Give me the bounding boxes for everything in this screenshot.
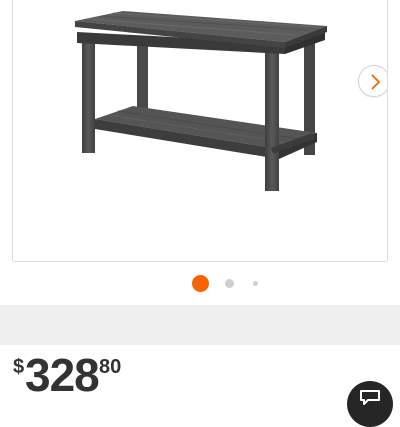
price-currency: $ <box>13 356 25 378</box>
carousel-dot[interactable] <box>253 281 258 286</box>
price-whole: 328 <box>25 349 100 401</box>
carousel-dot[interactable] <box>225 279 234 288</box>
price-cents: 80 <box>99 356 122 378</box>
chevron-right-icon <box>371 74 381 90</box>
carousel-indicator <box>0 275 400 293</box>
carousel-dot-active[interactable] <box>192 275 209 292</box>
next-image-button[interactable] <box>358 65 387 97</box>
chat-button[interactable] <box>347 381 393 427</box>
product-image <box>75 11 327 191</box>
chat-icon <box>360 390 380 405</box>
divider-band <box>0 305 400 345</box>
product-image-gallery <box>12 0 388 262</box>
